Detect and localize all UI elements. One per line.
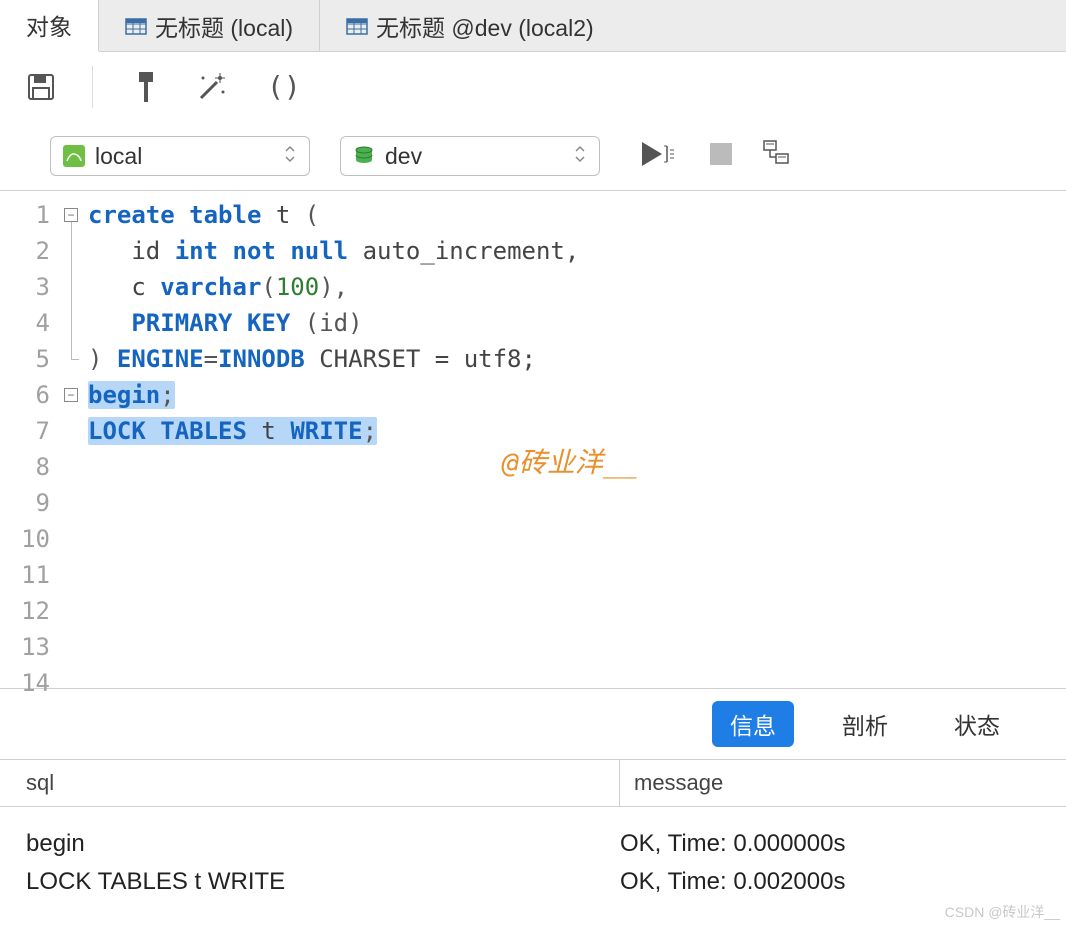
tab-label: 对象 bbox=[26, 8, 72, 42]
toolbar: () bbox=[0, 52, 1066, 122]
tab-label: 无标题 @dev (local2) bbox=[376, 9, 594, 43]
database-label: dev bbox=[385, 143, 573, 170]
connection-label: local bbox=[95, 143, 283, 170]
result-message: OK, Time: 0.002000s bbox=[620, 868, 1040, 896]
result-tab-info[interactable]: 信息 bbox=[712, 701, 794, 747]
svg-text:(): () bbox=[267, 72, 295, 102]
tab-objects[interactable]: 对象 bbox=[0, 0, 99, 52]
connection-row: local dev bbox=[0, 122, 1066, 190]
table-icon bbox=[125, 16, 147, 36]
table-icon bbox=[346, 16, 368, 36]
tab-untitled-dev[interactable]: 无标题 @dev (local2) bbox=[320, 0, 620, 51]
result-header: sql message bbox=[0, 759, 1066, 807]
database-select[interactable]: dev bbox=[340, 136, 600, 176]
line-gutter: 12 34 56 78 910 1112 1314 bbox=[0, 191, 60, 688]
mysql-icon bbox=[63, 145, 85, 167]
tab-bar: 对象 无标题 (local) 无标题 @dev (local2) bbox=[0, 0, 1066, 52]
tab-untitled-local[interactable]: 无标题 (local) bbox=[99, 0, 320, 51]
tab-label: 无标题 (local) bbox=[155, 9, 293, 43]
chevron-updown-icon bbox=[573, 144, 587, 169]
connection-select[interactable]: local bbox=[50, 136, 310, 176]
stop-button[interactable] bbox=[708, 141, 734, 172]
parens-button[interactable]: () bbox=[265, 72, 295, 102]
save-button[interactable] bbox=[26, 72, 56, 102]
beautify-button[interactable] bbox=[195, 70, 229, 104]
col-head-message: message bbox=[620, 770, 1066, 796]
result-row[interactable]: begin OK, Time: 0.000000s bbox=[26, 825, 1040, 863]
result-row[interactable]: LOCK TABLES t WRITE OK, Time: 0.002000s bbox=[26, 863, 1040, 901]
result-sql: begin bbox=[26, 830, 620, 858]
database-icon bbox=[353, 145, 375, 167]
fold-column: − − bbox=[60, 191, 82, 688]
result-message: OK, Time: 0.000000s bbox=[620, 830, 1040, 858]
result-tab-state[interactable]: 状态 bbox=[936, 701, 1018, 747]
result-body: begin OK, Time: 0.000000s LOCK TABLES t … bbox=[0, 807, 1066, 919]
col-head-sql: sql bbox=[0, 760, 620, 806]
code-area[interactable]: create table t ( id int not null auto_in… bbox=[82, 191, 1066, 688]
run-button[interactable] bbox=[640, 140, 680, 173]
result-sql: LOCK TABLES t WRITE bbox=[26, 868, 620, 896]
result-tab-profile[interactable]: 剖析 bbox=[824, 701, 906, 747]
chevron-updown-icon bbox=[283, 144, 297, 169]
format-button[interactable] bbox=[129, 70, 159, 104]
sql-editor[interactable]: 12 34 56 78 910 1112 1314 − − create tab… bbox=[0, 190, 1066, 688]
fold-toggle[interactable]: − bbox=[64, 208, 78, 222]
fold-toggle[interactable]: − bbox=[64, 388, 78, 402]
separator bbox=[92, 66, 93, 108]
explain-button[interactable] bbox=[762, 139, 794, 174]
